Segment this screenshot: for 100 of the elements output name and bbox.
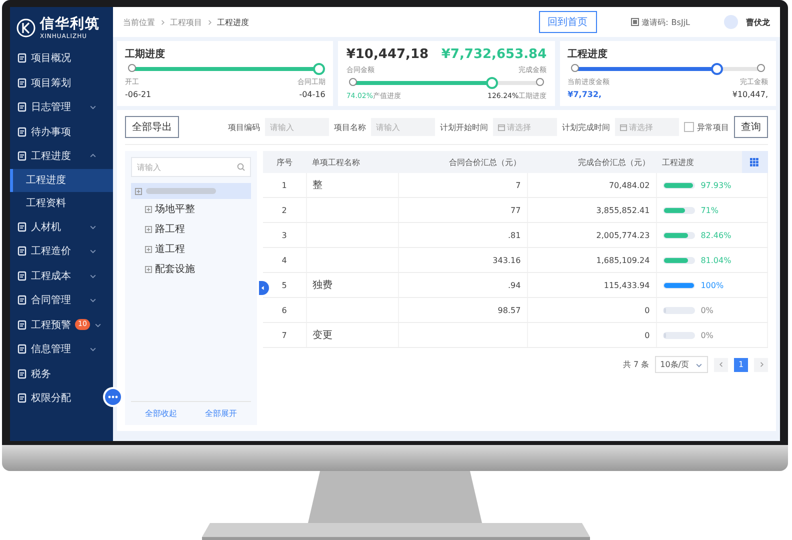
progress-value: 82.46% — [700, 230, 732, 240]
qr-icon — [630, 18, 639, 26]
table-cell: 98.57 — [398, 298, 528, 322]
table-cell: 1,685,109.24 — [527, 248, 656, 272]
menu-item[interactable]: 工程造价 — [10, 239, 101, 264]
menu-item[interactable]: 工程进度 — [10, 144, 101, 168]
tree-item[interactable]: 路工程 — [131, 219, 251, 239]
expand-icon[interactable] — [145, 246, 152, 252]
table-cell: 70,484.02 — [527, 173, 656, 198]
column-header: 完成合价汇总（元） — [527, 151, 656, 173]
menu-item[interactable]: 权限分配 — [10, 386, 101, 410]
table-cell: 3 — [263, 222, 306, 248]
checkbox-label: 异常项目 — [697, 122, 729, 132]
menu-item[interactable]: 信息管理 — [10, 337, 101, 362]
logo-name: 信华利筑 — [40, 15, 100, 33]
breadcrumb-item: 工程进度 — [217, 16, 249, 28]
progress-value: 0% — [700, 330, 714, 340]
chat-bubble-icon[interactable] — [103, 387, 123, 407]
submenu-item[interactable]: 工程资料 — [10, 192, 113, 214]
tree-item[interactable]: 道工程 — [131, 239, 251, 259]
search-icon — [237, 163, 245, 171]
table-cell: 7 — [263, 322, 306, 348]
export-button[interactable]: 全部导出 — [125, 116, 179, 138]
field-label: 计划开始时间 — [440, 122, 488, 132]
tree-item[interactable]: 场地平整 — [131, 199, 251, 219]
table-cell: 343.16 — [398, 248, 528, 272]
table-cell: 3,855,852.41 — [527, 198, 656, 222]
next-page-button[interactable] — [754, 358, 768, 372]
document-icon — [17, 295, 27, 306]
menu-item[interactable]: 待办事项 — [10, 120, 101, 144]
document-icon — [17, 102, 27, 112]
table-cell: 7 — [398, 173, 528, 198]
grid-icon[interactable] — [750, 158, 759, 166]
document-icon — [17, 222, 27, 232]
page-button[interactable]: 1 — [734, 358, 748, 372]
menu-item[interactable]: 税务 — [10, 362, 101, 386]
document-icon — [17, 344, 27, 354]
submenu-item[interactable]: 工程进度 — [10, 168, 113, 192]
expand-icon[interactable] — [145, 226, 152, 232]
field-label: 计划完成时间 — [562, 122, 610, 132]
tree-link[interactable]: 全部展开 — [205, 408, 237, 419]
document-icon — [17, 53, 27, 64]
document-icon — [17, 126, 27, 137]
chevron-right-icon — [159, 18, 166, 26]
start-dot — [349, 78, 358, 86]
breadcrumb-item[interactable]: 工程项目 — [170, 16, 202, 28]
start-dot — [570, 64, 579, 72]
progress-value: 100% — [700, 280, 724, 290]
card-title: 工期进度 — [125, 47, 166, 61]
previous-page-button[interactable] — [714, 358, 728, 372]
tree-item[interactable]: 配套设施 — [131, 259, 251, 279]
progress-value: 0% — [700, 306, 714, 314]
start-date: -06-21 — [125, 90, 152, 99]
menu-item[interactable]: 工程成本 — [10, 264, 101, 288]
menu-item[interactable]: 项目概况 — [10, 46, 101, 70]
slider-thumb — [486, 77, 498, 89]
page-size-select[interactable]: 10条/页 — [655, 356, 708, 373]
breadcrumb-item[interactable]: 当前位置 — [123, 16, 155, 28]
table-cell: 115,433.94 — [527, 272, 656, 298]
table-cell: 2 — [263, 198, 306, 222]
document-icon — [17, 270, 27, 281]
user-name[interactable]: 曹伏龙 — [746, 16, 770, 28]
tree-link[interactable]: 全部收起 — [145, 408, 177, 419]
checkbox[interactable] — [684, 122, 694, 132]
table-cell: 0 — [527, 298, 656, 322]
document-icon — [17, 320, 27, 330]
total-count: 共 7 条 — [622, 359, 650, 370]
end-dot — [536, 78, 544, 86]
chevron-down-icon — [89, 247, 97, 256]
expand-icon[interactable] — [135, 188, 142, 194]
column-header: 工程进度 — [656, 151, 742, 173]
query-button[interactable]: 查询 — [734, 116, 768, 138]
end-date: -04-16 — [299, 90, 326, 99]
menu-item[interactable]: 日志管理 — [10, 95, 101, 120]
menu-item[interactable]: 项目筹划 — [10, 70, 101, 95]
collapse-handle[interactable] — [259, 281, 269, 295]
invite-label: 邀请码: — [642, 16, 668, 28]
card-title: 工程进度 — [568, 47, 609, 61]
table-cell: 5 — [263, 272, 306, 298]
menu-item[interactable]: 人材机 — [10, 214, 101, 239]
progress-value: 81.04% — [700, 256, 732, 264]
table-cell: 整 — [306, 173, 398, 198]
menu-item[interactable]: 合同管理 — [10, 288, 101, 312]
table-cell: .94 — [398, 272, 528, 298]
final-amount: ¥10,447, — [732, 90, 768, 99]
document-icon — [17, 151, 27, 162]
expand-icon[interactable] — [145, 266, 152, 272]
document-icon — [17, 368, 27, 379]
slider-thumb — [710, 63, 723, 75]
field-label: 项目名称 — [334, 122, 366, 132]
field-label: 项目编码 — [228, 122, 260, 132]
invite-code: BsJjL — [671, 18, 690, 26]
home-button[interactable]: 回到首页 — [538, 11, 597, 33]
document-icon — [17, 393, 27, 404]
end-dot — [756, 64, 765, 72]
contract-amount: ¥10,447,18 — [346, 47, 429, 62]
calendar-icon — [620, 124, 627, 130]
expand-icon[interactable] — [145, 206, 152, 212]
slider-thumb — [313, 63, 326, 75]
table-cell: 变更 — [306, 322, 398, 348]
